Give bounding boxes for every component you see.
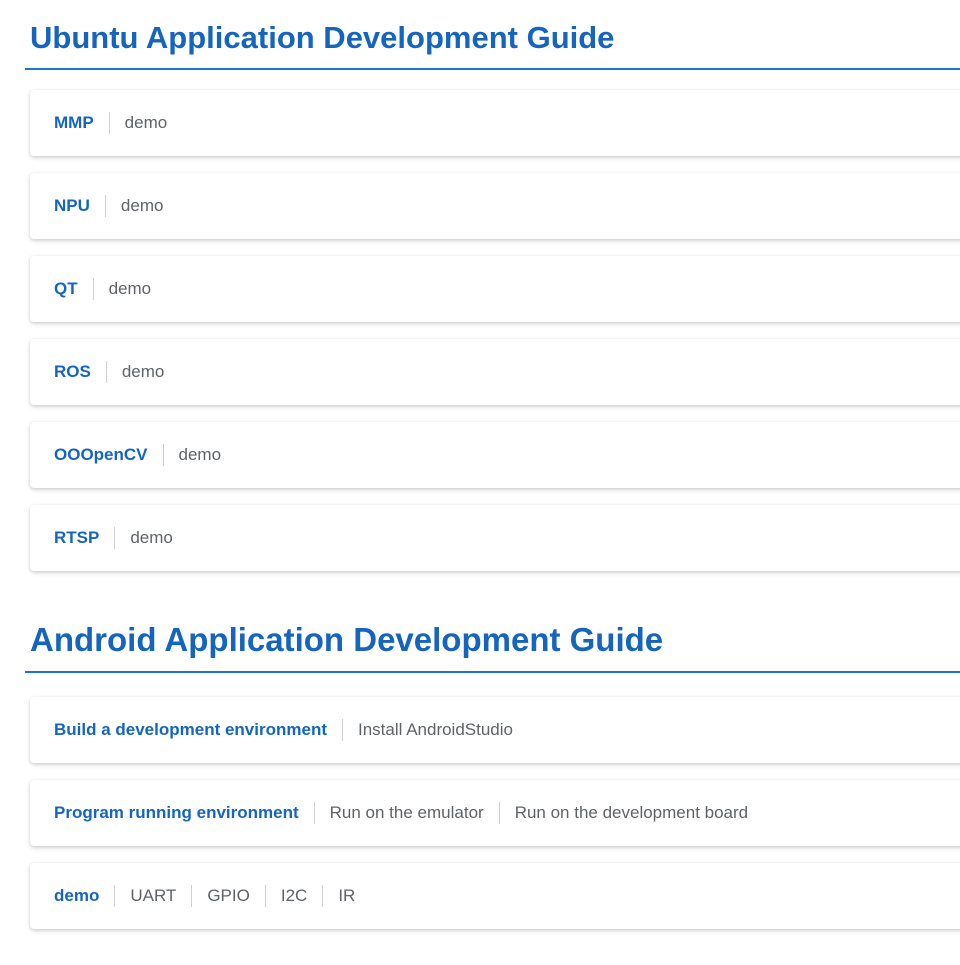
link-npu[interactable]: NPU [54, 196, 90, 216]
card-rtsp: RTSP demo [30, 504, 960, 571]
link-ooopencv[interactable]: OOOpenCV [54, 445, 148, 465]
section-android-guide: Android Application Development Guide Bu… [0, 621, 960, 929]
link-npu-demo[interactable]: demo [121, 196, 164, 216]
divider [114, 526, 116, 549]
card-ros: ROS demo [30, 338, 960, 405]
link-mmp[interactable]: MMP [54, 113, 94, 133]
divider [114, 884, 116, 907]
divider [322, 884, 324, 907]
divider [92, 277, 94, 300]
link-qt-demo[interactable]: demo [109, 279, 152, 299]
link-ooopencv-demo[interactable]: demo [179, 445, 222, 465]
divider [498, 801, 500, 824]
title-underline [25, 67, 960, 70]
link-ros-demo[interactable]: demo [122, 362, 165, 382]
link-program-running-environment[interactable]: Program running environment [54, 803, 299, 823]
divider [264, 884, 266, 907]
link-qt[interactable]: QT [54, 279, 78, 299]
section-title-android: Android Application Development Guide [30, 620, 664, 658]
divider [191, 884, 193, 907]
page: Ubuntu Application Development Guide MMP… [0, 0, 960, 929]
divider [313, 801, 315, 824]
link-gpio[interactable]: GPIO [207, 886, 250, 906]
section-ubuntu-guide: Ubuntu Application Development Guide MMP… [0, 20, 960, 571]
link-build-dev-environment[interactable]: Build a development environment [54, 720, 327, 740]
link-ros[interactable]: ROS [54, 362, 91, 382]
card-npu: NPU demo [30, 172, 960, 239]
link-ir[interactable]: IR [338, 886, 355, 906]
section-title-ubuntu: Ubuntu Application Development Guide [30, 20, 615, 55]
card-build-dev-environment: Build a development environment Install … [30, 696, 960, 763]
ubuntu-card-list: MMP demo NPU demo QT demo ROS demo OOOpe [0, 89, 960, 571]
divider [162, 443, 164, 466]
card-program-running-environment: Program running environment Run on the e… [30, 779, 960, 846]
card-ooopencv: OOOpenCV demo [30, 421, 960, 488]
link-uart[interactable]: UART [130, 886, 176, 906]
card-qt: QT demo [30, 255, 960, 322]
link-demo[interactable]: demo [54, 886, 99, 906]
link-rtsp[interactable]: RTSP [54, 528, 99, 548]
link-run-on-emulator[interactable]: Run on the emulator [330, 803, 484, 823]
card-demo: demo UART GPIO I2C IR [30, 862, 960, 929]
divider [108, 111, 110, 134]
divider [105, 360, 107, 383]
link-mmp-demo[interactable]: demo [125, 113, 168, 133]
divider [342, 718, 343, 741]
android-card-list: Build a development environment Install … [0, 696, 960, 929]
link-install-androidstudio[interactable]: Install AndroidStudio [358, 720, 513, 740]
link-rtsp-demo[interactable]: demo [130, 528, 173, 548]
link-run-on-dev-board[interactable]: Run on the development board [515, 803, 748, 823]
divider [104, 194, 106, 217]
title-underline [25, 670, 960, 673]
card-mmp: MMP demo [30, 89, 960, 156]
link-i2c[interactable]: I2C [281, 886, 307, 906]
